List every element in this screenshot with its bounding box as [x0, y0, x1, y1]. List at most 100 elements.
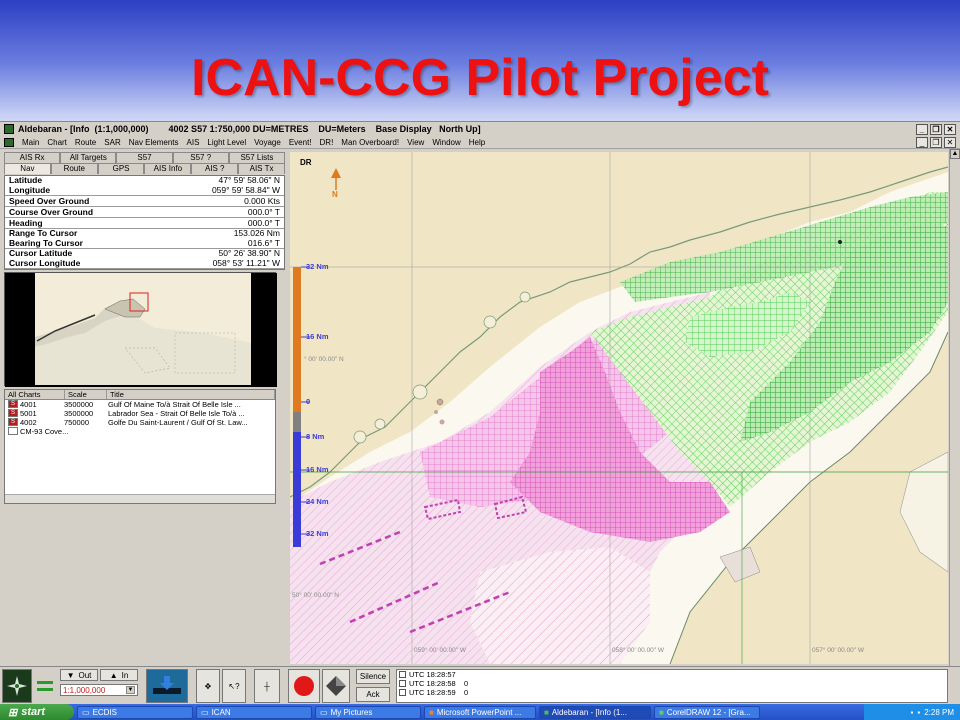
- system-tray: ▪ ▪ 2:28 PM: [864, 704, 960, 720]
- menu-event[interactable]: Event!: [285, 138, 316, 147]
- menu-main[interactable]: Main: [18, 138, 43, 147]
- scale-select[interactable]: 1:1,000,000 ▼: [60, 684, 138, 696]
- chart-name: 4002: [20, 418, 37, 427]
- network-icon[interactable]: ▪: [911, 708, 914, 717]
- query-cursor-icon[interactable]: ↖?: [222, 669, 246, 703]
- compass-rose-icon[interactable]: [2, 669, 32, 703]
- menu-ais[interactable]: AIS: [183, 138, 204, 147]
- app-window: Aldebaran - [Info (1:1,000,000) 4002 S57…: [0, 121, 960, 705]
- log-checkbox[interactable]: [399, 680, 406, 687]
- cog-value: 000.0° T: [247, 207, 280, 217]
- diamond-nav-icon[interactable]: [322, 669, 350, 703]
- silence-button[interactable]: Silence: [356, 669, 390, 684]
- tab-s57[interactable]: S57: [116, 152, 173, 163]
- task-label: ICAN: [211, 707, 231, 717]
- sog-row: Speed Over Ground 0.000 Kts: [5, 196, 284, 207]
- log-entry[interactable]: UTC 18:28:57: [397, 670, 947, 679]
- coreldraw-icon: ■: [659, 707, 664, 717]
- chart-map[interactable]: DR N 32 Nm 16 Nm 0 8 Nm 16 Nm 24 Nm 32 N…: [290, 152, 948, 664]
- tab-gps[interactable]: GPS: [97, 163, 145, 174]
- cursor-label: Cursor Latitude Cursor Longitude: [9, 248, 81, 268]
- log-entry[interactable]: UTC 18:28:59 0: [397, 688, 947, 697]
- record-button[interactable]: [288, 669, 320, 703]
- tab-row-2: Nav Route GPS AIS Info AIS ? AIS Tx: [4, 163, 285, 174]
- restore-button[interactable]: ❐: [930, 123, 942, 135]
- col-title[interactable]: Title: [107, 390, 275, 399]
- task-aldebaran[interactable]: ■ Aldebaran - [Info (1...: [539, 705, 651, 719]
- ack-button[interactable]: Ack: [356, 687, 390, 702]
- menu-light-level[interactable]: Light Level: [203, 138, 250, 147]
- log-entry[interactable]: UTC 18:28:58 0: [397, 679, 947, 688]
- map-scrollbar[interactable]: ▲: [949, 149, 960, 666]
- col-scale[interactable]: Scale: [65, 390, 107, 399]
- task-ecdis[interactable]: ▭ ECDIS: [77, 705, 193, 719]
- bottom-toolbar: ▼ Out ▲ In 1:1,000,000 ▼ ✥ ↖? ┼ Silence …: [0, 666, 960, 705]
- menu-nav-elements[interactable]: Nav Elements: [125, 138, 183, 147]
- tab-ais-query[interactable]: AIS ?: [191, 163, 239, 174]
- chart-row[interactable]: S 4001 3500000 Gulf Of Maine To/à Strait…: [5, 400, 275, 409]
- log-text: UTC 18:28:59 0: [409, 688, 469, 697]
- tab-ais-rx[interactable]: AIS Rx: [4, 152, 61, 163]
- close-button[interactable]: ✕: [944, 123, 956, 135]
- overview-map[interactable]: [4, 272, 277, 387]
- task-powerpoint[interactable]: ■ Microsoft PowerPoint ...: [424, 705, 536, 719]
- chart-row[interactable]: S 4002 750000 Golfe Du Saint-Laurent / G…: [5, 418, 275, 427]
- menu-route[interactable]: Route: [71, 138, 100, 147]
- menu-sar[interactable]: SAR: [100, 138, 124, 147]
- range-row: Range To Cursor Bearing To Cursor 153.02…: [5, 228, 284, 249]
- log-checkbox[interactable]: [399, 689, 406, 696]
- log-text: UTC 18:28:57: [409, 670, 456, 679]
- tab-ais-tx[interactable]: AIS Tx: [238, 163, 285, 174]
- zoom-in-button[interactable]: ▲ In: [100, 669, 138, 681]
- log-text: UTC 18:28:58 0: [409, 679, 469, 688]
- heading-label: Heading: [9, 218, 43, 228]
- task-label: Aldebaran - [Info (1...: [551, 707, 627, 717]
- mode-label: DR: [300, 158, 312, 167]
- chart-list-scrollbar[interactable]: [5, 494, 275, 503]
- chart-row[interactable]: S 5001 3500000 Labrador Sea - Strait Of …: [5, 409, 275, 418]
- start-button[interactable]: ⊞ start: [0, 704, 74, 720]
- doc-minimize-button[interactable]: _: [916, 136, 928, 148]
- menu-window[interactable]: Window: [428, 138, 464, 147]
- menu-help[interactable]: Help: [465, 138, 489, 147]
- download-chart-button[interactable]: [146, 669, 188, 703]
- tab-route[interactable]: Route: [50, 163, 98, 174]
- chart-name: CM-93 Cove...: [20, 427, 69, 436]
- col-all-charts[interactable]: All Charts: [5, 390, 65, 399]
- down-arrow-icon: ▼: [66, 670, 75, 680]
- volume-icon[interactable]: ▪: [917, 708, 920, 717]
- minimize-button[interactable]: _: [916, 123, 928, 135]
- tab-nav[interactable]: Nav: [4, 163, 51, 174]
- chart-list-header: All Charts Scale Title: [5, 390, 275, 400]
- menu-man-overboard[interactable]: Man Overboard!: [337, 138, 403, 147]
- tab-ais-info[interactable]: AIS Info: [144, 163, 192, 174]
- menu-dr[interactable]: DR!: [316, 138, 338, 147]
- chart-status-icon: [8, 427, 18, 435]
- task-label: My Pictures: [330, 707, 373, 717]
- doc-restore-button[interactable]: ❐: [930, 136, 942, 148]
- longitude-label: 057° 00' 00.00" W: [812, 647, 865, 654]
- scale-label: 24 Nm: [306, 497, 329, 506]
- chart-status-icon: S: [8, 418, 18, 426]
- task-my-pictures[interactable]: ▭ My Pictures: [315, 705, 421, 719]
- task-coreldraw[interactable]: ■ CorelDRAW 12 - [Gra...: [654, 705, 760, 719]
- zoom-out-button[interactable]: ▼ Out: [60, 669, 98, 681]
- tab-s57-lists[interactable]: S57 Lists: [228, 152, 286, 163]
- pan-icon[interactable]: ✥: [196, 669, 220, 703]
- menu-view[interactable]: View: [403, 138, 428, 147]
- up-arrow-icon: ▲: [109, 670, 118, 680]
- slide-title: ICAN-CCG Pilot Project: [191, 49, 769, 107]
- menu-voyage[interactable]: Voyage: [250, 138, 285, 147]
- tab-all-targets[interactable]: All Targets: [60, 152, 117, 163]
- menu-chart[interactable]: Chart: [43, 138, 71, 147]
- folder-icon: ▭: [201, 707, 209, 717]
- scroll-up-icon[interactable]: ▲: [950, 149, 960, 159]
- tab-s57-query[interactable]: S57 ?: [172, 152, 229, 163]
- chart-name: 4001: [20, 400, 37, 409]
- task-ican[interactable]: ▭ ICAN: [196, 705, 312, 719]
- log-checkbox[interactable]: [399, 671, 406, 678]
- doc-close-button[interactable]: ✕: [944, 136, 956, 148]
- chart-row[interactable]: CM-93 Cove...: [5, 427, 275, 436]
- measure-icon[interactable]: ┼: [254, 669, 280, 703]
- chevron-down-icon[interactable]: ▼: [126, 686, 135, 694]
